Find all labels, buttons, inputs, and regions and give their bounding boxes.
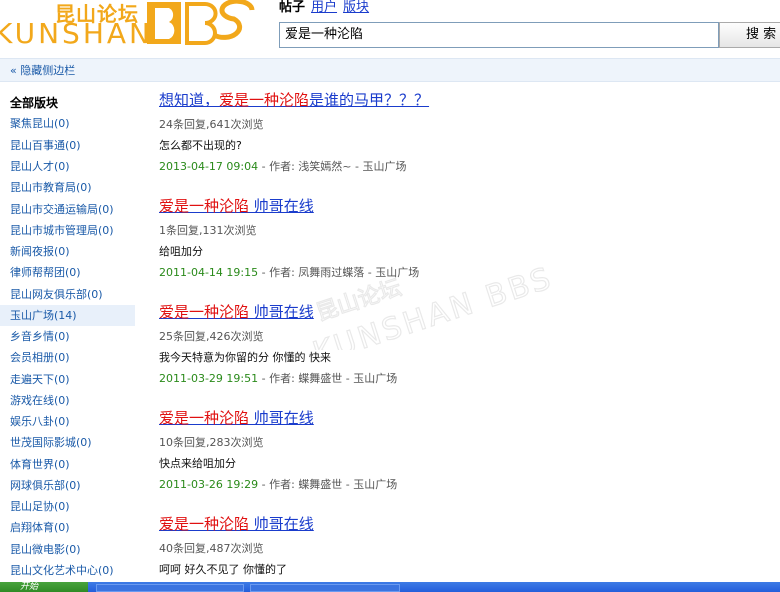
- toolbar: « 隐藏侧边栏: [0, 58, 780, 82]
- result-item: 想知道，爱是一种沦陷是谁的马甲？？？ 24条回复,641次浏览 怎么都不出现的?…: [159, 90, 759, 176]
- sidebar-item-active[interactable]: 玉山广场(14): [0, 305, 135, 326]
- result-info: 2011-03-29 19:51 - 作者: 蝶舞盛世 - 玉山广场: [159, 370, 759, 388]
- result-author: - 作者: 蝶舞盛世 - 玉山广场: [258, 478, 398, 491]
- result-meta: 40条回复,487次浏览: [159, 542, 264, 555]
- result-author: - 作者: 浅笑嫣然~ - 玉山广场: [258, 160, 407, 173]
- sidebar-item[interactable]: 乡音乡情(0): [0, 326, 135, 347]
- sidebar-item[interactable]: 新闻夜报(0): [0, 241, 135, 262]
- result-info: 2013-04-17 09:04 - 作者: 浅笑嫣然~ - 玉山广场: [159, 158, 759, 176]
- result-title-link[interactable]: 爱是一种沦陷 帅哥在线: [159, 302, 759, 322]
- sidebar-title: 全部版块: [10, 96, 59, 110]
- result-snippet: 呵呵 好久不见了 你懂的了: [159, 563, 287, 576]
- sidebar-item[interactable]: 昆山人才(0): [0, 156, 135, 177]
- sidebar-item[interactable]: 会员相册(0): [0, 347, 135, 368]
- taskbar-window-button[interactable]: [96, 584, 244, 592]
- sidebar-item[interactable]: 昆山网友俱乐部(0): [0, 284, 135, 305]
- sidebar-item[interactable]: 昆山市城市管理局(0): [0, 220, 135, 241]
- result-date: 2011-03-29 19:51: [159, 372, 259, 385]
- start-button[interactable]: 开始: [0, 582, 88, 592]
- result-author: - 作者: 凤舞雨过蝶落 - 玉山广场: [258, 266, 420, 279]
- tab-posts[interactable]: 帖子: [279, 0, 305, 15]
- result-info: 2011-03-26 19:29 - 作者: 蝶舞盛世 - 玉山广场: [159, 476, 759, 494]
- tab-users[interactable]: 用户: [311, 0, 337, 15]
- result-meta: 1条回复,131次浏览: [159, 224, 257, 237]
- header: 昆山论坛 KUNSHAN 帖子 用户 版块 爱是一种沦陷 搜 索: [0, 0, 780, 56]
- result-snippet: 给咀加分: [159, 245, 203, 258]
- result-date: 2013-04-17 09:04: [159, 160, 259, 173]
- tab-forums[interactable]: 版块: [343, 0, 369, 15]
- site-logo[interactable]: 昆山论坛 KUNSHAN: [0, 0, 262, 50]
- sidebar-item[interactable]: 世茂国际影城(0): [0, 432, 135, 453]
- sidebar-item[interactable]: 昆山市交通运输局(0): [0, 199, 135, 220]
- logo-bbs-graphic: [147, 0, 255, 45]
- sidebar-item[interactable]: 律师帮帮团(0): [0, 262, 135, 283]
- sidebar-item[interactable]: 昆山文化艺术中心(0): [0, 560, 135, 581]
- result-snippet: 怎么都不出现的?: [159, 139, 242, 152]
- result-item: 爱是一种沦陷 帅哥在线 10条回复,283次浏览 快点来给咀加分 2011-03…: [159, 408, 759, 494]
- result-title-link[interactable]: 想知道，爱是一种沦陷是谁的马甲？？？: [159, 90, 759, 110]
- result-title-link[interactable]: 爱是一种沦陷 帅哥在线: [159, 514, 759, 534]
- result-title-link[interactable]: 爱是一种沦陷 帅哥在线: [159, 408, 759, 428]
- result-item: 爱是一种沦陷 帅哥在线 25条回复,426次浏览 我今天特意为你留的分 你懂的 …: [159, 302, 759, 388]
- taskbar-window-button[interactable]: [250, 584, 400, 592]
- result-info: 2011-04-14 19:15 - 作者: 凤舞雨过蝶落 - 玉山广场: [159, 264, 759, 282]
- sidebar-item[interactable]: 昆山微电影(0): [0, 539, 135, 560]
- sidebar-item[interactable]: 走遍天下(0): [0, 369, 135, 390]
- sidebar-item[interactable]: 启翔体育(0): [0, 517, 135, 538]
- result-title-link[interactable]: 爱是一种沦陷 帅哥在线: [159, 196, 759, 216]
- sidebar-item[interactable]: 聚焦昆山(0): [0, 113, 135, 134]
- result-author: - 作者: 蝶舞盛世 - 玉山广场: [258, 372, 398, 385]
- search-tabs: 帖子 用户 版块: [279, 0, 375, 15]
- result-date: 2011-03-26 19:29: [159, 478, 259, 491]
- search-button[interactable]: 搜 索: [719, 22, 780, 48]
- result-item: 爱是一种沦陷 帅哥在线 1条回复,131次浏览 给咀加分 2011-04-14 …: [159, 196, 759, 282]
- result-meta: 10条回复,283次浏览: [159, 436, 264, 449]
- hide-sidebar-link[interactable]: « 隐藏侧边栏: [10, 62, 75, 78]
- sidebar-item[interactable]: 昆山百事通(0): [0, 135, 135, 156]
- sidebar-item[interactable]: 游戏在线(0): [0, 390, 135, 411]
- logo-en-text: KUNSHAN: [0, 17, 153, 50]
- sidebar-item[interactable]: 昆山市教育局(0): [0, 177, 135, 198]
- sidebar-item[interactable]: 网球俱乐部(0): [0, 475, 135, 496]
- sidebar-item[interactable]: 昆山足协(0): [0, 496, 135, 517]
- result-meta: 24条回复,641次浏览: [159, 118, 264, 131]
- sidebar-item[interactable]: 体育世界(0): [0, 454, 135, 475]
- sidebar-item[interactable]: 娱乐八卦(0): [0, 411, 135, 432]
- search-input[interactable]: 爱是一种沦陷: [279, 22, 719, 48]
- result-meta: 25条回复,426次浏览: [159, 330, 264, 343]
- result-snippet: 我今天特意为你留的分 你懂的 快来: [159, 351, 331, 364]
- result-snippet: 快点来给咀加分: [159, 457, 236, 470]
- result-date: 2011-04-14 19:15: [159, 266, 259, 279]
- result-item: 爱是一种沦陷 帅哥在线 40条回复,487次浏览 呵呵 好久不见了 你懂的了: [159, 514, 759, 579]
